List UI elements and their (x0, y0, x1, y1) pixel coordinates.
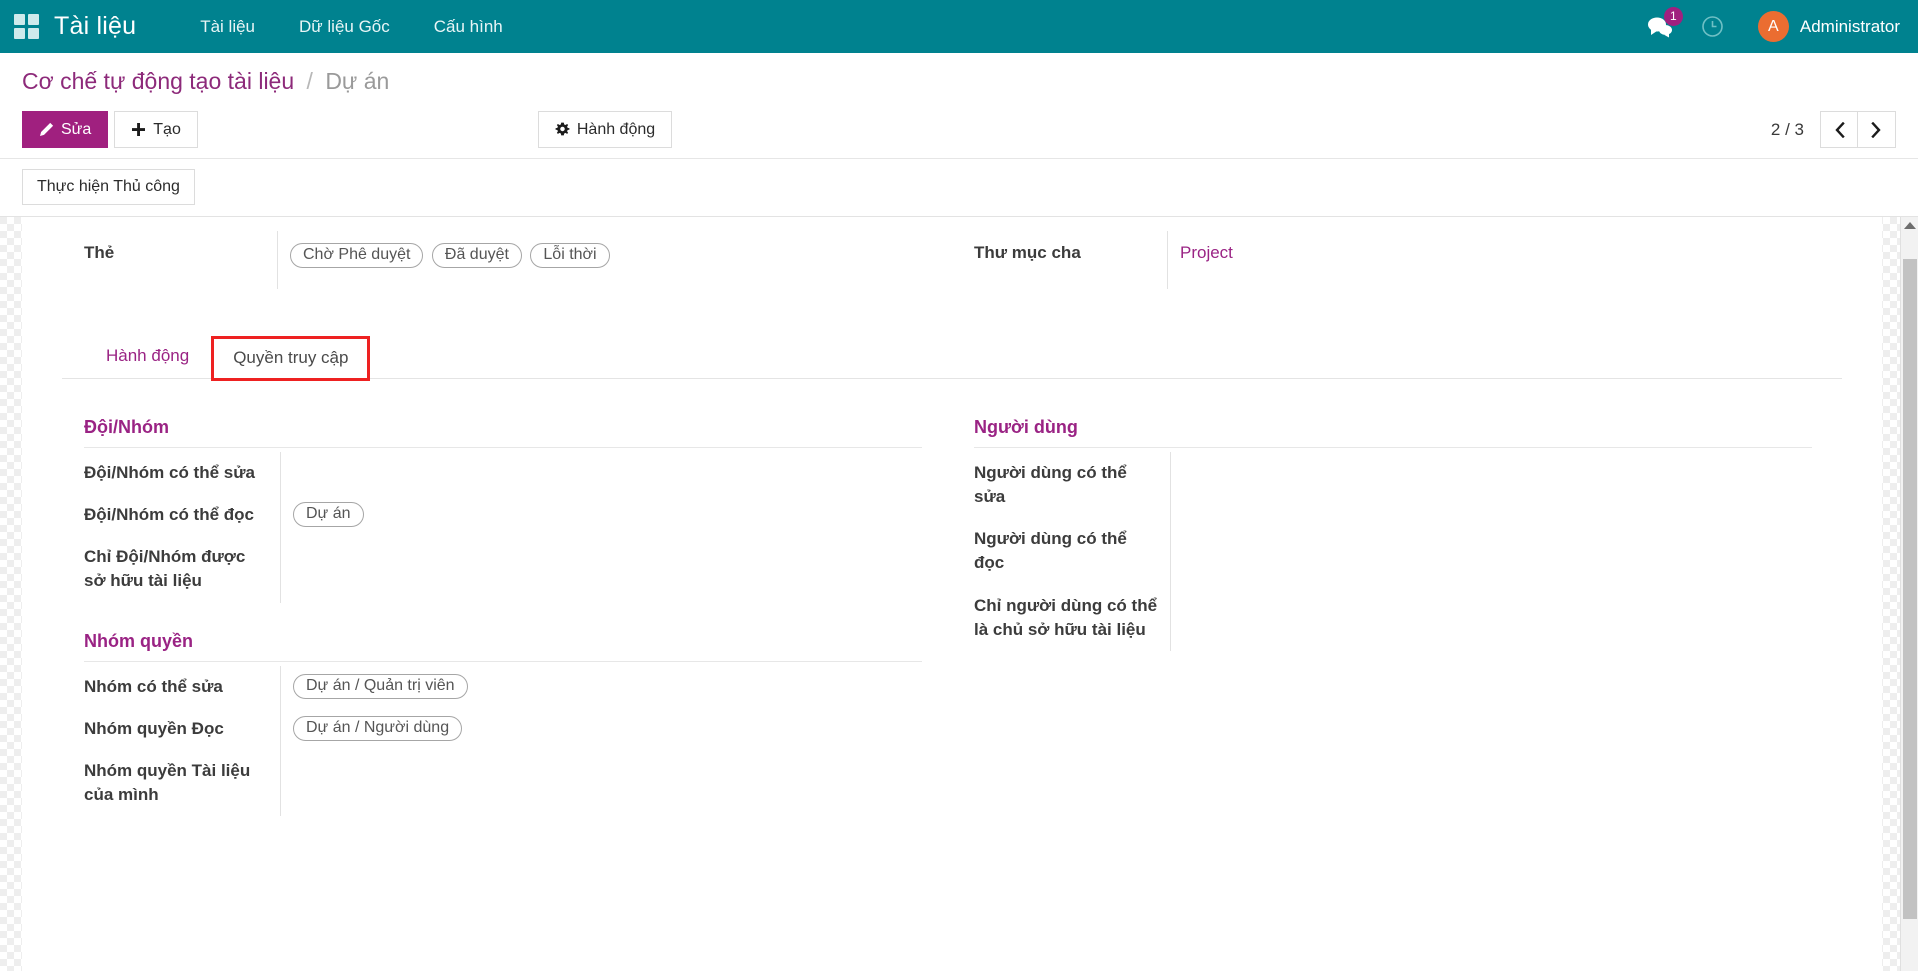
parent-folder-link[interactable]: Project (1180, 243, 1233, 262)
messages-badge: 1 (1664, 7, 1683, 26)
permission-row: Chỉ người dùng có thể là chủ sở hữu tài … (974, 585, 1812, 651)
group-pill[interactable]: Dự án / Quản trị viên (293, 674, 468, 699)
main-menu: Tài liệu Dữ liệu Gốc Cấu hình (178, 9, 525, 45)
plus-icon (131, 122, 146, 137)
previous-record-button[interactable] (1820, 111, 1858, 148)
top-navbar: Tài liệu Tài liệu Dữ liệu Gốc Cấu hình 1… (0, 0, 1918, 53)
avatar[interactable]: A (1758, 11, 1789, 42)
users-can-write-value[interactable] (1170, 452, 1812, 518)
teams-only-owner-value[interactable] (280, 536, 922, 602)
permission-row: Người dùng có thể đọc (974, 518, 1812, 584)
vertical-scrollbar[interactable] (1900, 217, 1918, 971)
users-section: Người dùng Người dùng có thể sửa Người d… (974, 417, 1812, 651)
parent-folder-field-label: Thư mục cha (952, 231, 1167, 289)
edit-button[interactable]: Sửa (22, 111, 108, 148)
apps-grid-icon[interactable] (14, 14, 40, 40)
users-column: Người dùng Người dùng có thể sửa Người d… (952, 417, 1842, 818)
permission-row: Chỉ Đội/Nhóm được sở hữu tài liệu (84, 536, 922, 602)
chevron-right-icon (1870, 122, 1883, 138)
manual-execute-button[interactable]: Thực hiện Thủ công (22, 169, 195, 205)
pager-buttons (1820, 111, 1896, 148)
action-button-label: Hành động (577, 121, 655, 139)
teams-only-owner-label: Chỉ Đội/Nhóm được sở hữu tài liệu (84, 536, 280, 602)
users-can-write-label: Người dùng có thể sửa (974, 452, 1170, 518)
breadcrumb-separator: / (307, 68, 313, 94)
tags-field-row: Thẻ Chờ Phê duyệt Đã duyệt Lỗi thời (62, 231, 952, 289)
groups-own-documents-label: Nhóm quyền Tài liệu của mình (84, 750, 280, 816)
groups-section-title: Nhóm quyền (84, 631, 922, 662)
pager: 2 / 3 (1771, 111, 1896, 148)
permissions-columns: Đội/Nhóm Đội/Nhóm có thể sửa Đội/Nhóm có… (62, 379, 1842, 818)
notebook-tabs: Hành động Quyền truy cập (62, 333, 1842, 379)
activity-button[interactable] (1687, 15, 1738, 38)
permission-row: Nhóm có thể sửa Dự án / Quản trị viên (84, 666, 922, 708)
permission-row: Nhóm quyền Đọc Dự án / Người dùng (84, 708, 922, 750)
users-section-title: Người dùng (974, 417, 1812, 448)
permission-row: Người dùng có thể sửa (974, 452, 1812, 518)
top-field-grid: Thẻ Chờ Phê duyệt Đã duyệt Lỗi thời Thư … (62, 217, 1842, 289)
groups-can-write-label: Nhóm có thể sửa (84, 666, 280, 708)
chevron-left-icon (1833, 122, 1846, 138)
breadcrumb-current: Dự án (325, 68, 389, 94)
create-button[interactable]: Tạo (114, 111, 198, 148)
groups-can-read-value[interactable]: Dự án / Người dùng (280, 708, 922, 750)
next-record-button[interactable] (1858, 111, 1896, 148)
teams-can-write-label: Đội/Nhóm có thể sửa (84, 452, 280, 494)
section-spacer (84, 605, 922, 631)
permission-row: Đội/Nhóm có thể đọc Dự án (84, 494, 922, 536)
record-toolbar: Sửa Tạo Hành động 2 / 3 (0, 101, 1918, 159)
edit-button-label: Sửa (61, 121, 91, 139)
groups-can-read-label: Nhóm quyền Đọc (84, 708, 280, 750)
parent-folder-field-row: Thư mục cha Project (952, 231, 1842, 289)
action-button-wrap: Hành động (538, 111, 672, 148)
teams-section-title: Đội/Nhóm (84, 417, 922, 448)
status-button-bar: Thực hiện Thủ công (0, 159, 1918, 217)
team-pill[interactable]: Dự án (293, 502, 364, 527)
messages-button[interactable]: 1 (1633, 16, 1687, 38)
scrollbar-thumb[interactable] (1903, 259, 1917, 919)
breadcrumb: Cơ chế tự động tạo tài liệu / Dự án (0, 53, 1918, 101)
navbar-right: 1 A Administrator (1633, 11, 1900, 42)
form-sheet: Thẻ Chờ Phê duyệt Đã duyệt Lỗi thời Thư … (22, 217, 1882, 971)
breadcrumb-parent[interactable]: Cơ chế tự động tạo tài liệu (22, 68, 294, 94)
groups-can-write-value[interactable]: Dự án / Quản trị viên (280, 666, 922, 708)
permission-row: Đội/Nhóm có thể sửa (84, 452, 922, 494)
groups-section: Nhóm quyền Nhóm có thể sửa Dự án / Quản … (84, 631, 922, 817)
triangle-up-icon[interactable] (1904, 222, 1916, 229)
brand-title[interactable]: Tài liệu (54, 12, 136, 41)
menu-item-documents[interactable]: Tài liệu (178, 9, 277, 45)
pager-count[interactable]: 2 / 3 (1771, 120, 1804, 140)
menu-item-master-data[interactable]: Dữ liệu Gốc (277, 9, 412, 45)
teams-section: Đội/Nhóm Đội/Nhóm có thể sửa Đội/Nhóm có… (84, 417, 922, 603)
tags-field-value[interactable]: Chờ Phê duyệt Đã duyệt Lỗi thời (277, 231, 952, 289)
group-pill[interactable]: Dự án / Người dùng (293, 716, 462, 741)
tab-access-rights[interactable]: Quyền truy cập (211, 336, 370, 381)
username-label[interactable]: Administrator (1800, 17, 1900, 37)
tag-pill[interactable]: Lỗi thời (530, 243, 609, 268)
form-scroll-area: Thẻ Chờ Phê duyệt Đã duyệt Lỗi thời Thư … (0, 217, 1918, 971)
teams-column: Đội/Nhóm Đội/Nhóm có thể sửa Đội/Nhóm có… (62, 417, 952, 818)
tab-actions[interactable]: Hành động (84, 336, 211, 378)
permission-row: Nhóm quyền Tài liệu của mình (84, 750, 922, 816)
tags-field-label: Thẻ (62, 231, 277, 289)
teams-can-read-label: Đội/Nhóm có thể đọc (84, 494, 280, 536)
users-only-owner-value[interactable] (1170, 585, 1812, 651)
menu-item-configuration[interactable]: Cấu hình (412, 9, 525, 45)
tag-pill[interactable]: Chờ Phê duyệt (290, 243, 423, 268)
gear-icon (555, 122, 570, 137)
pencil-icon (39, 122, 54, 137)
create-button-label: Tạo (153, 121, 181, 139)
parent-folder-field-value: Project (1167, 231, 1842, 289)
toolbar-buttons: Sửa Tạo (22, 111, 198, 148)
teams-can-read-value[interactable]: Dự án (280, 494, 922, 536)
users-can-read-label: Người dùng có thể đọc (974, 518, 1170, 584)
teams-can-write-value[interactable] (280, 452, 922, 494)
users-only-owner-label: Chỉ người dùng có thể là chủ sở hữu tài … (974, 585, 1170, 651)
clock-icon (1701, 15, 1724, 38)
action-button[interactable]: Hành động (538, 111, 672, 148)
users-can-read-value[interactable] (1170, 518, 1812, 584)
form-sheet-inner: Thẻ Chờ Phê duyệt Đã duyệt Lỗi thời Thư … (22, 217, 1882, 818)
tag-pill[interactable]: Đã duyệt (432, 243, 522, 268)
groups-own-documents-value[interactable] (280, 750, 922, 816)
